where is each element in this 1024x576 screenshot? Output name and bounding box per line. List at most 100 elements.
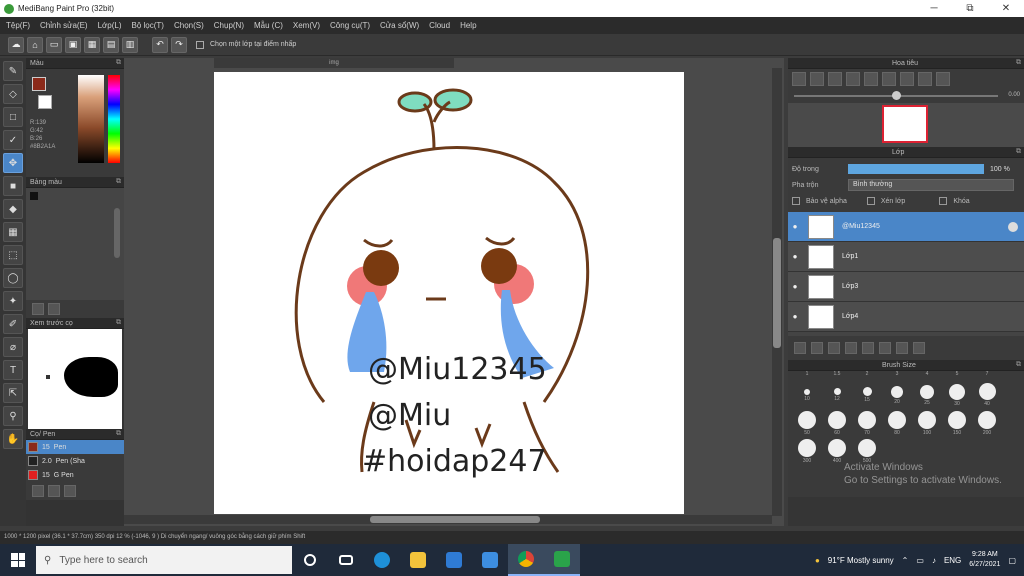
brush-size-option[interactable]: 100	[912, 409, 942, 437]
navigator-preview[interactable]	[788, 103, 1024, 147]
folder-icon[interactable]	[862, 342, 874, 354]
eraser-tool-icon[interactable]: ◇	[3, 84, 23, 104]
home-icon[interactable]: ⌂	[27, 36, 43, 53]
opacity-slider[interactable]	[848, 164, 984, 174]
brush-size-option[interactable]: 300	[792, 437, 822, 465]
image-icon[interactable]: ▣	[65, 36, 81, 53]
lasso-tool-icon[interactable]: ◯	[3, 268, 23, 288]
menu-tools[interactable]: Công cụ(T)	[330, 21, 370, 30]
brush-size-option[interactable]: 10	[792, 381, 822, 409]
canvas-vertical-scrollbar[interactable]	[772, 68, 782, 516]
select-tool-icon[interactable]: ⬚	[3, 245, 23, 265]
protect-alpha-checkbox[interactable]	[792, 197, 800, 205]
eye-icon[interactable]: ●	[788, 252, 802, 261]
select-pen-tool-icon[interactable]: ✐	[3, 314, 23, 334]
brush-size-option[interactable]: 60	[822, 409, 852, 437]
grid-icon[interactable]: ▦	[84, 36, 100, 53]
new-layer-8bit-icon[interactable]	[828, 342, 840, 354]
brush-size-option[interactable]: 30	[942, 381, 972, 409]
menu-filter[interactable]: Bộ lọc(T)	[132, 21, 164, 30]
check-tool-icon[interactable]: ✓	[3, 130, 23, 150]
brush-settings-icon[interactable]	[64, 485, 76, 497]
brush-size-option[interactable]: 150	[942, 409, 972, 437]
palette-scrollbar[interactable]	[114, 208, 120, 258]
notification-icon[interactable]: ▢	[1008, 556, 1016, 565]
layer-item[interactable]: ● Lớp1	[788, 242, 1024, 272]
zoom-out-icon[interactable]	[810, 72, 824, 86]
weather-text[interactable]: 91°F Mostly sunny	[828, 556, 894, 565]
menu-file[interactable]: Tệp(F)	[6, 21, 30, 30]
pin-icon[interactable]: ⧉	[1016, 148, 1021, 156]
brush-item[interactable]: 15 G Pen	[26, 468, 124, 482]
brush-size-option[interactable]: 40	[972, 381, 1002, 409]
blend-mode-select[interactable]: Bình thường	[848, 179, 1014, 191]
flip-icon[interactable]	[918, 72, 932, 86]
eyedropper-tool-icon[interactable]: ⚲	[3, 406, 23, 426]
edge-icon[interactable]	[364, 544, 400, 576]
minimize-button[interactable]: ─	[916, 0, 952, 17]
store-icon[interactable]	[436, 544, 472, 576]
pin-icon[interactable]: ⧉	[1016, 361, 1021, 369]
start-button[interactable]	[0, 544, 36, 576]
eye-icon[interactable]: ●	[788, 312, 802, 321]
layer-item[interactable]: ● @Miu12345	[788, 212, 1024, 242]
panel-icon[interactable]: ▤	[103, 36, 119, 53]
rect-tool-icon[interactable]: ■	[3, 176, 23, 196]
text-tool-icon[interactable]: T	[3, 360, 23, 380]
bucket-tool-icon[interactable]: ◆	[3, 199, 23, 219]
taskbar-search[interactable]: ⚲ Type here to search	[36, 546, 292, 574]
volume-icon[interactable]: ♪	[932, 556, 936, 565]
tray-chevron-icon[interactable]: ⌃	[902, 556, 909, 565]
menu-snap[interactable]: Chụp(N)	[214, 21, 244, 30]
zoom-in-icon[interactable]	[792, 72, 806, 86]
brush-size-option[interactable]: 25	[912, 381, 942, 409]
lock-checkbox[interactable]	[939, 197, 948, 205]
main-color-swatch[interactable]	[32, 77, 46, 91]
menu-edit[interactable]: Chỉnh sửa(E)	[40, 21, 88, 30]
hand-tool-icon[interactable]: ✋	[3, 429, 23, 449]
add-brush-icon[interactable]	[32, 485, 44, 497]
brush-item[interactable]: 15 Pen	[26, 440, 124, 454]
pin-icon[interactable]: ⧉	[116, 430, 121, 438]
trash-icon[interactable]	[48, 303, 60, 315]
file-explorer-icon[interactable]	[400, 544, 436, 576]
copy-layer-icon[interactable]	[879, 342, 891, 354]
menu-template[interactable]: Mẫu (C)	[254, 21, 283, 30]
rotate-right-icon[interactable]	[900, 72, 914, 86]
new-layer-1bit-icon[interactable]	[845, 342, 857, 354]
network-icon[interactable]: ▭	[916, 556, 924, 565]
pin-icon[interactable]: ⧉	[116, 319, 121, 327]
cloud-icon[interactable]: ☁	[8, 36, 24, 53]
menu-cloud[interactable]: Cloud	[429, 21, 450, 30]
brush-size-option[interactable]: 12	[822, 381, 852, 409]
layout-icon[interactable]: ▥	[122, 36, 138, 53]
new-layer-halftone-icon[interactable]	[811, 342, 823, 354]
pin-icon[interactable]: ⧉	[1016, 59, 1021, 67]
zoom-slider[interactable]: 0.00	[788, 89, 1024, 103]
palette-chip[interactable]	[30, 192, 38, 200]
weather-icon[interactable]: ●	[815, 556, 820, 565]
brush-item[interactable]: 2.0 Pen (Sha	[26, 454, 124, 468]
move-tool-icon[interactable]: ✥	[3, 153, 23, 173]
brush-size-option[interactable]: 70	[852, 409, 882, 437]
menu-view[interactable]: Xem(V)	[293, 21, 320, 30]
pin-icon[interactable]: ⧉	[116, 178, 121, 186]
pin-icon[interactable]: ⧉	[116, 59, 121, 67]
medibang-icon[interactable]	[544, 544, 580, 576]
scroll-thumb[interactable]	[773, 238, 781, 348]
operation-tool-icon[interactable]: ⇱	[3, 383, 23, 403]
language-indicator[interactable]: ENG	[944, 556, 961, 565]
gradient-tool-icon[interactable]: ▦	[3, 222, 23, 242]
hue-slider[interactable]	[108, 75, 120, 163]
eye-icon[interactable]: ●	[788, 282, 802, 291]
wand-tool-icon[interactable]: ✦	[3, 291, 23, 311]
settings-icon[interactable]	[936, 72, 950, 86]
menu-help[interactable]: Help	[460, 21, 476, 30]
canvas-horizontal-scrollbar[interactable]	[124, 515, 772, 524]
layer-item[interactable]: ● Lớp3	[788, 272, 1024, 302]
brush-tool-icon[interactable]: ✎	[3, 61, 23, 81]
reset-icon[interactable]	[882, 72, 896, 86]
canvas-area[interactable]: img @Miu12345 @Miu #hoidap247	[124, 58, 784, 526]
clock[interactable]: 9:28 AM 6/27/2021	[969, 550, 1000, 570]
brush-size-option[interactable]: 15	[852, 381, 882, 409]
